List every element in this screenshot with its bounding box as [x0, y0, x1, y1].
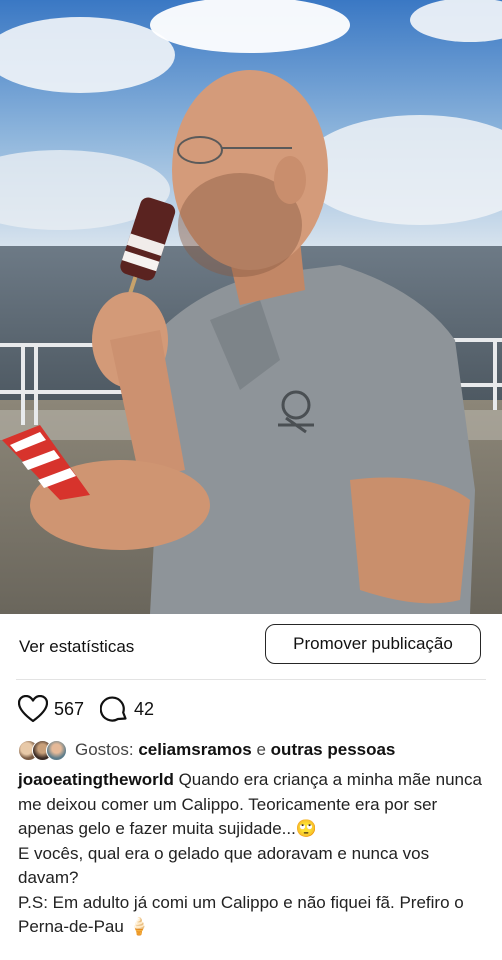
comments-count: 42 — [134, 698, 155, 719]
comment-icon — [100, 696, 127, 722]
like-button[interactable]: 567 — [18, 695, 84, 723]
post-action-bar: Ver estatísticas Promover publicação — [0, 614, 502, 680]
post-photo[interactable] — [0, 0, 502, 614]
caption-text-3: P.S: Em adulto já comi um Calippo e não … — [18, 892, 464, 937]
likes-text: Gostos: celiamsramos e outras pessoas — [75, 740, 395, 760]
likes-summary[interactable]: Gostos: celiamsramos e outras pessoas — [18, 738, 395, 762]
view-statistics-link[interactable]: Ver estatísticas — [19, 637, 134, 657]
engagement-counts: 567 42 — [18, 693, 170, 725]
author-username[interactable]: joaoeatingtheworld — [18, 770, 174, 789]
post-caption: joaoeatingtheworld Quando era criança a … — [18, 768, 490, 940]
likes-count: 567 — [54, 698, 85, 719]
caption-line-1: joaoeatingtheworld Quando era criança a … — [18, 768, 490, 842]
liker-username[interactable]: celiamsramos — [138, 740, 251, 759]
likes-conjunction: e — [256, 740, 266, 759]
promote-post-button[interactable]: Promover publicação — [265, 624, 481, 664]
divider — [16, 679, 486, 680]
caption-text-2: E vocês, qual era o gelado que adoravam … — [18, 843, 430, 888]
liker-avatars — [18, 739, 67, 761]
avatar — [46, 739, 67, 761]
likes-prefix: Gostos: — [75, 740, 134, 759]
comment-button[interactable]: 42 — [100, 695, 154, 723]
other-likers[interactable]: outras pessoas — [271, 740, 396, 759]
heart-icon — [18, 695, 48, 723]
